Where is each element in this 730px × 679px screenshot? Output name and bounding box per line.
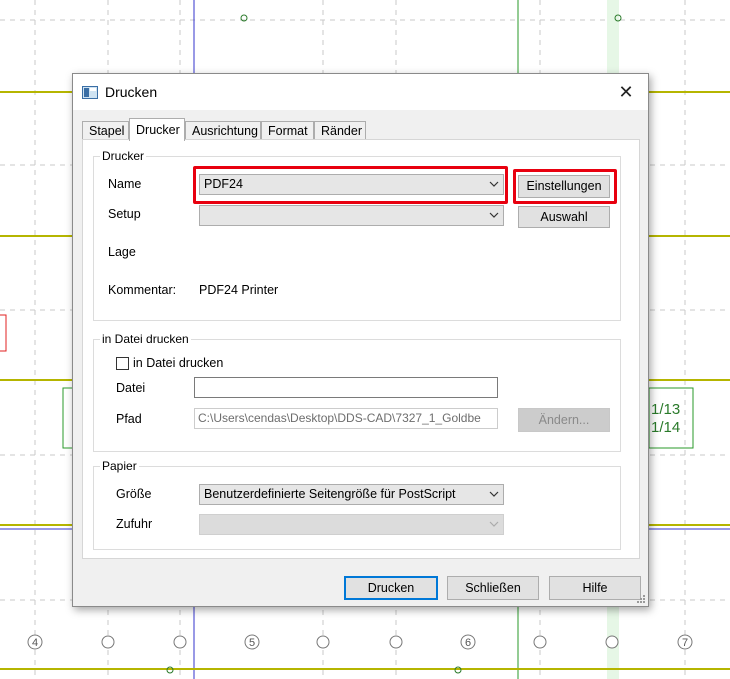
resize-grip-icon[interactable] (634, 592, 646, 604)
tab-page-drucker: Drucker Name PDF24 Setup Lage Kommentar:… (82, 139, 640, 559)
close-button[interactable]: ✕ (604, 74, 648, 110)
axis-label-7: 7 (682, 637, 688, 649)
change-path-button[interactable]: Ändern... (518, 408, 610, 432)
print-to-file-group: in Datei drucken in Datei drucken Datei … (93, 332, 621, 452)
chevron-down-icon (489, 521, 499, 527)
path-input[interactable]: C:\Users\cendas\Desktop\DDS-CAD\7327_1_G… (194, 408, 498, 429)
close-dialog-button[interactable]: Schließen (447, 576, 539, 600)
location-label: Lage (108, 245, 136, 259)
help-button[interactable]: Hilfe (549, 576, 641, 600)
paper-group-title: Papier (100, 459, 139, 473)
printer-dialog-icon (82, 86, 98, 99)
setup-label: Setup (108, 207, 141, 221)
title-bar[interactable]: Drucken ✕ (73, 74, 648, 110)
dialog-title: Drucken (105, 84, 158, 100)
print-dialog: Drucken ✕ Stapel Drucker Ausrichtung For… (72, 73, 649, 607)
printer-name-select[interactable]: PDF24 (199, 174, 504, 195)
chevron-down-icon (489, 181, 499, 187)
tab-raender[interactable]: Ränder (314, 121, 366, 140)
select-printer-button[interactable]: Auswahl (518, 206, 610, 228)
file-input[interactable] (194, 377, 498, 398)
name-label: Name (108, 177, 142, 191)
paper-feed-label: Zufuhr (116, 517, 153, 531)
file-label: Datei (116, 381, 146, 395)
printer-name-value: PDF24 (204, 177, 243, 191)
tab-ausrichtung[interactable]: Ausrichtung (185, 121, 261, 140)
settings-button[interactable]: Einstellungen (518, 175, 610, 198)
print-to-file-checkbox-label: in Datei drucken (133, 356, 224, 370)
tab-format[interactable]: Format (261, 121, 314, 140)
paper-size-label: Größe (116, 487, 152, 501)
chevron-down-icon (489, 212, 499, 218)
chevron-down-icon (489, 491, 499, 497)
axis-label-4: 4 (32, 637, 38, 649)
path-label: Pfad (116, 412, 142, 426)
cad-room-label-1: 1/13 (651, 401, 681, 418)
tab-drucker[interactable]: Drucker (129, 118, 185, 141)
paper-size-value: Benutzerdefinierte Seitengröße für PostS… (204, 487, 456, 501)
print-to-file-checkbox[interactable] (116, 357, 129, 370)
print-to-file-group-title: in Datei drucken (100, 332, 191, 346)
close-icon: ✕ (618, 81, 634, 102)
paper-feed-select[interactable] (199, 514, 504, 535)
paper-size-select[interactable]: Benutzerdefinierte Seitengröße für PostS… (199, 484, 504, 505)
paper-group: Papier Größe Benutzerdefinierte Seitengr… (93, 459, 621, 550)
axis-label-6: 6 (465, 637, 471, 649)
setup-select[interactable] (199, 205, 504, 226)
tab-stapel[interactable]: Stapel (82, 121, 129, 140)
printer-group: Drucker Name PDF24 Setup Lage Kommentar:… (93, 149, 621, 321)
printer-group-title: Drucker (100, 149, 147, 163)
cad-room-label-2: 1/14 (651, 419, 681, 436)
comment-value: PDF24 Printer (199, 283, 279, 297)
print-button[interactable]: Drucken (344, 576, 438, 600)
comment-label: Kommentar: (108, 283, 177, 297)
axis-label-5: 5 (249, 637, 255, 649)
